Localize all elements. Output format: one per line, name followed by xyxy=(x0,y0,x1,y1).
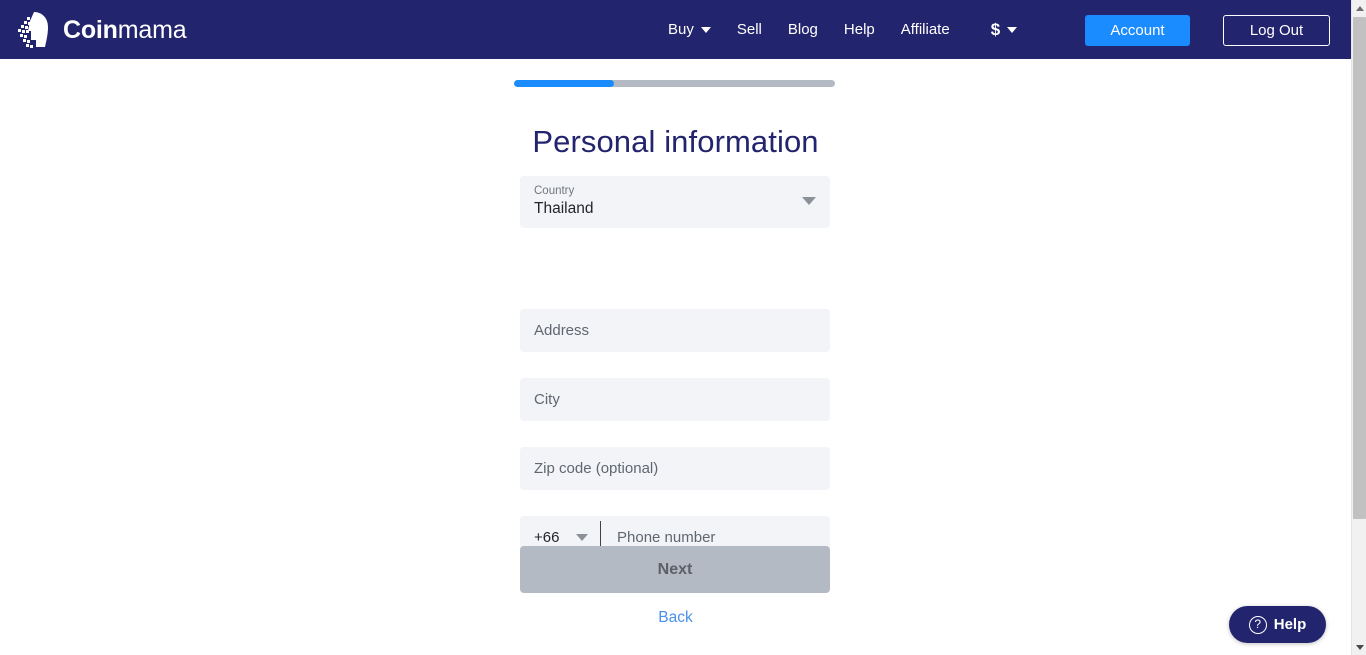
question-circle-icon: ? xyxy=(1248,615,1267,634)
city-placeholder: City xyxy=(534,391,560,408)
phone-country-code-value: +66 xyxy=(534,529,560,546)
back-link[interactable]: Back xyxy=(0,609,1351,627)
nav-item-blog[interactable]: Blog xyxy=(775,0,831,59)
nav-item-sell[interactable]: Sell xyxy=(724,0,775,59)
scrollbar-up-arrow[interactable] xyxy=(1352,0,1366,16)
chevron-down-icon xyxy=(1007,26,1018,33)
brand-name-bold: Coin xyxy=(63,15,118,44)
chevron-down-icon xyxy=(700,26,711,33)
scrollbar-down-arrow[interactable] xyxy=(1352,639,1366,655)
nav-item-affiliate[interactable]: Affiliate xyxy=(888,0,963,59)
signup-progress-bar xyxy=(514,80,835,87)
nav-item-buy-label: Buy xyxy=(668,21,694,38)
nav-item-sell-label: Sell xyxy=(736,21,762,38)
triangle-up-icon xyxy=(1355,5,1364,11)
chevron-down-icon xyxy=(576,534,588,541)
next-button[interactable]: Next xyxy=(520,546,830,593)
site-header: Coinmama Buy Sell Blog Help Affiliate $ xyxy=(0,0,1351,59)
address-placeholder: Address xyxy=(534,322,590,339)
triangle-down-icon xyxy=(1355,644,1364,650)
nav-item-blog-label: Blog xyxy=(787,21,818,38)
page-scrollbar[interactable] xyxy=(1351,0,1366,655)
phone-number-placeholder: Phone number xyxy=(617,529,716,546)
account-button[interactable]: Account xyxy=(1085,15,1190,46)
nav-item-help-label: Help xyxy=(843,21,875,38)
page-root: Coinmama Buy Sell Blog Help Affiliate $ xyxy=(0,0,1351,655)
progress-bar-fill xyxy=(514,80,614,87)
address-input[interactable]: Address xyxy=(520,309,830,352)
zip-code-placeholder: Zip code (optional) xyxy=(534,460,659,477)
country-select[interactable]: Country Thailand xyxy=(520,176,830,228)
city-input[interactable]: City xyxy=(520,378,830,421)
help-widget-label: Help xyxy=(1273,616,1307,633)
help-widget-button[interactable]: ? Help xyxy=(1229,606,1326,643)
main-content: Personal information Country Thailand Ad… xyxy=(0,59,1351,655)
chevron-down-icon xyxy=(802,197,816,205)
nav-item-buy[interactable]: Buy xyxy=(655,0,724,59)
logout-button[interactable]: Log Out xyxy=(1223,15,1330,46)
page-title: Personal information xyxy=(532,124,819,159)
country-value: Thailand xyxy=(534,200,594,217)
nav-item-help[interactable]: Help xyxy=(831,0,888,59)
brand-name-light: mama xyxy=(117,15,187,44)
zip-code-input[interactable]: Zip code (optional) xyxy=(520,447,830,490)
main-navigation: Buy Sell Blog Help Affiliate $ xyxy=(655,0,1030,59)
currency-selector[interactable]: $ xyxy=(963,0,1030,59)
brand-logo-link[interactable]: Coinmama xyxy=(16,8,187,52)
currency-selector-label: $ xyxy=(990,19,1001,39)
brand-name: Coinmama xyxy=(63,15,187,44)
scrollbar-thumb[interactable] xyxy=(1353,17,1366,519)
pixelated-face-logo-icon xyxy=(18,12,48,48)
country-label: Country xyxy=(534,185,575,197)
nav-item-affiliate-label: Affiliate xyxy=(900,21,950,38)
